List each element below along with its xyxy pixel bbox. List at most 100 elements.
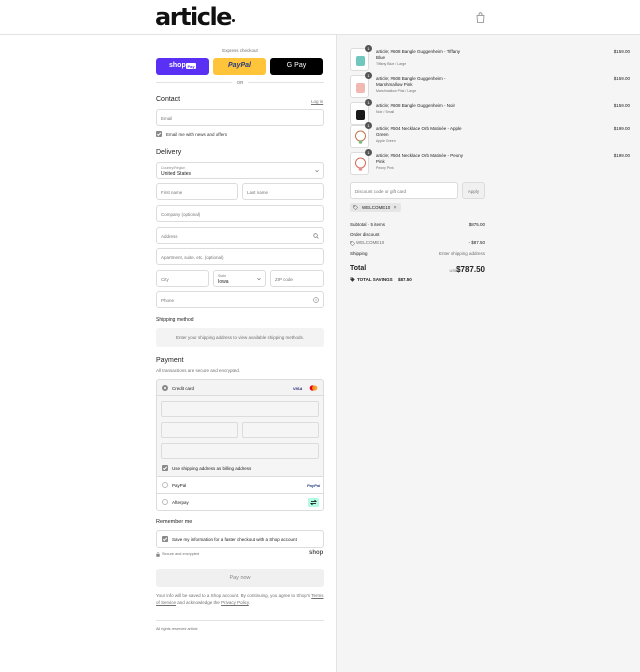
payment-subtitle: All transactions are secure and encrypte… [156, 368, 241, 373]
order-summary: 1 article; #608 Bangle Guggenheim - Tiff… [336, 35, 640, 672]
total-label: Total [350, 265, 367, 272]
email-placeholder: Email [161, 115, 173, 121]
card-details-panel: Use shipping address as billing address [156, 396, 324, 477]
delivery-heading: Delivery [156, 149, 182, 156]
paypal-express-button[interactable]: PayPal [213, 58, 266, 75]
order-discount-label: Order discount [350, 232, 380, 237]
shop-pay-button[interactable]: shop Pay [156, 58, 209, 75]
payment-heading: Payment [156, 357, 184, 364]
save-info-checkbox[interactable] [162, 536, 168, 542]
item-price: $159.00 [613, 103, 630, 108]
shop-pay-badge: Pay [186, 63, 197, 69]
item-price: $159.00 [613, 76, 630, 81]
paypal-radio[interactable] [162, 482, 168, 488]
total-row: Total USD $787.50 [350, 265, 485, 275]
afterpay-radio[interactable] [162, 499, 168, 505]
shop-logo: shop [309, 550, 324, 556]
city-placeholder: City [161, 276, 169, 282]
subtotal-value: $875.00 [468, 222, 485, 227]
discount-value: - $87.50 [468, 240, 485, 245]
company-placeholder: Company (optional) [161, 211, 201, 217]
expiration-field[interactable] [161, 422, 238, 438]
paypal-option[interactable]: PayPal PayPal [156, 477, 324, 494]
quantity-badge: 1 [365, 149, 372, 156]
logo-dot [232, 19, 235, 22]
tag-icon [350, 240, 355, 246]
shop-pay-text: shop [169, 62, 186, 69]
address-field[interactable]: Address [156, 227, 324, 244]
afterpay-icon [308, 498, 319, 507]
email-field[interactable]: Email [156, 109, 324, 126]
credit-card-option[interactable]: Credit card VISA [156, 379, 324, 396]
shopping-bag-icon[interactable] [476, 12, 485, 23]
shipping-label: Shipping [350, 251, 368, 256]
first-name-field[interactable]: First name [156, 183, 238, 200]
help-icon[interactable]: ? [313, 297, 319, 303]
quantity-badge: 1 [365, 99, 372, 106]
legal-text: Your info will be saved to a Shop accoun… [156, 592, 324, 606]
pay-now-button[interactable]: Pay now [156, 569, 324, 587]
apply-button[interactable]: Apply [462, 182, 485, 199]
google-pay-button[interactable]: G Pay [270, 58, 323, 75]
item-variant: Noir / Small [376, 110, 395, 114]
item-price: $199.00 [613, 153, 630, 158]
country-select[interactable]: Country/Region United States [156, 162, 324, 179]
shipping-row: Shipping Enter shipping address [350, 251, 485, 256]
google-pay-logo: G Pay [286, 62, 307, 69]
name-on-card-field[interactable] [161, 443, 319, 459]
quantity-badge: 1 [365, 122, 372, 129]
credit-card-radio[interactable] [162, 385, 168, 391]
visa-logo: VISA [293, 386, 303, 391]
news-checkbox[interactable] [156, 131, 162, 137]
state-select[interactable]: State Iowa [213, 270, 266, 287]
remember-me-box: Save my information for a faster checkou… [156, 530, 324, 548]
or-separator: OR [232, 80, 248, 85]
apply-label: Apply [467, 188, 480, 194]
remember-me-heading: Remember me [156, 519, 193, 525]
last-name-field[interactable]: Last name [242, 183, 324, 200]
applied-code: WELCOME10 [362, 205, 391, 210]
legal-text-middle: and acknowledge the [177, 600, 220, 605]
phone-field[interactable]: Phone ? [156, 291, 324, 308]
pay-now-label: Pay now [229, 574, 251, 581]
secure-label: Secure and encrypted [162, 552, 200, 556]
item-variant: Peony Pink [376, 166, 394, 170]
legal-text-start: Your info will be saved to a Shop accoun… [156, 593, 311, 598]
quantity-badge: 1 [365, 45, 372, 52]
login-link[interactable]: Log in [311, 99, 323, 104]
cart-item: 1 article; #504 Necklace Orb Matinée - P… [350, 149, 630, 178]
savings-label: TOTAL SAVINGS [357, 277, 393, 282]
shipping-message: Enter your shipping address to view avai… [175, 335, 305, 340]
cart-item: 1 article; #608 Bangle Guggenheim - Tiff… [350, 45, 630, 74]
billing-label: Use shipping address as billing address [172, 465, 252, 471]
paypal-small-logo: PayPal [307, 483, 321, 488]
footer-divider [156, 620, 324, 621]
applied-discount-tag: WELCOME10 × [350, 203, 401, 212]
billing-checkbox[interactable] [162, 465, 168, 471]
item-variant: Marshmallow Pink / Large [376, 89, 417, 93]
card-number-field[interactable] [161, 401, 319, 417]
discount-input[interactable]: Discount code or gift card [350, 182, 458, 199]
afterpay-option[interactable]: Afterpay [156, 494, 324, 511]
tag-icon [350, 277, 355, 282]
subtotal-row: Subtotal · 5 items $875.00 [350, 222, 485, 227]
zip-field[interactable]: ZIP code [270, 270, 324, 287]
zip-placeholder: ZIP code [275, 276, 293, 282]
apartment-placeholder: Apartment, suite, etc. (optional) [161, 254, 224, 260]
first-name-placeholder: First name [161, 189, 183, 195]
site-header: article [0, 0, 640, 35]
state-label: State [218, 273, 227, 278]
security-code-field[interactable] [242, 422, 319, 438]
privacy-link[interactable]: Privacy Policy [221, 600, 249, 605]
afterpay-label: Afterpay [172, 499, 189, 505]
cart-item: 1 article; #504 Necklace Orb Matinée - A… [350, 122, 630, 151]
company-field[interactable]: Company (optional) [156, 205, 324, 222]
item-price: $159.00 [613, 49, 630, 54]
remove-discount-icon[interactable]: × [394, 205, 397, 211]
save-info-label: Save my information for a faster checkou… [172, 536, 297, 542]
lock-icon [156, 552, 160, 557]
item-name: article; #608 Bangle Guggenheim - Marshm… [376, 76, 446, 87]
article-logo[interactable]: article [155, 4, 232, 30]
city-field[interactable]: City [156, 270, 209, 287]
apartment-field[interactable]: Apartment, suite, etc. (optional) [156, 248, 324, 265]
